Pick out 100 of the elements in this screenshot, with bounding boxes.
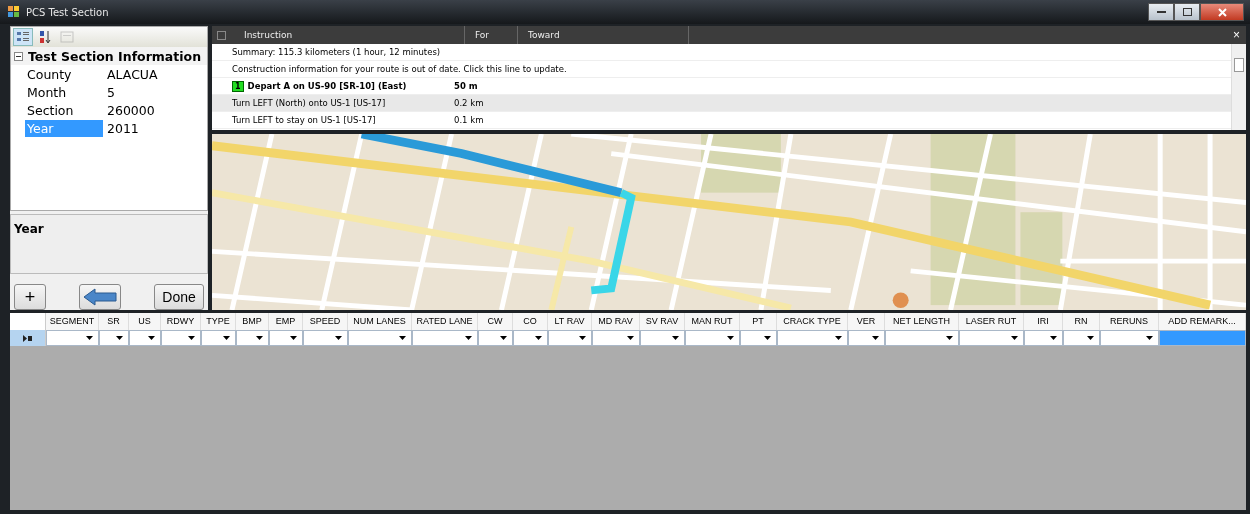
- dropdown-arrow-icon: [223, 336, 230, 340]
- back-button[interactable]: [79, 284, 121, 310]
- add-button[interactable]: +: [14, 284, 46, 310]
- category-label: Test Section Information: [27, 48, 202, 64]
- dropdown-arrow-icon: [835, 336, 842, 340]
- instruction-text: Turn LEFT to stay on US-1 [US-17]: [232, 115, 376, 125]
- distance-text: 0.1 km: [454, 115, 484, 125]
- column-header[interactable]: Toward: [518, 26, 689, 44]
- close-button[interactable]: [1200, 3, 1244, 21]
- column-header[interactable]: CO: [513, 313, 548, 330]
- combo-box-cell[interactable]: [236, 330, 269, 346]
- combo-box-cell[interactable]: [1100, 330, 1159, 346]
- dropdown-arrow-icon: [86, 336, 93, 340]
- column-header[interactable]: SPEED: [303, 313, 348, 330]
- left-arrow-icon: [83, 288, 117, 306]
- combo-box-cell[interactable]: [959, 330, 1024, 346]
- dropdown-arrow-icon: [1146, 336, 1153, 340]
- combo-box-cell[interactable]: [348, 330, 412, 346]
- column-header[interactable]: CRACK TYPE: [777, 313, 848, 330]
- combo-box-cell[interactable]: [478, 330, 513, 346]
- combo-box-cell[interactable]: [592, 330, 640, 346]
- dropdown-arrow-icon: [256, 336, 263, 340]
- property-name[interactable]: County: [25, 65, 103, 83]
- property-value[interactable]: ALACUA: [103, 66, 158, 82]
- combo-box-cell[interactable]: [740, 330, 777, 346]
- combo-box-cell[interactable]: [412, 330, 478, 346]
- combo-box-cell[interactable]: [513, 330, 548, 346]
- property-name[interactable]: Month: [25, 83, 103, 101]
- column-header[interactable]: MAN RUT: [685, 313, 740, 330]
- column-header[interactable]: ADD REMARK...: [1159, 313, 1246, 330]
- column-header[interactable]: SR: [99, 313, 129, 330]
- combo-box-cell[interactable]: [46, 330, 99, 346]
- dropdown-arrow-icon: [672, 336, 679, 340]
- column-header[interactable]: RERUNS: [1100, 313, 1159, 330]
- dropdown-arrow-icon: [500, 336, 507, 340]
- column-header[interactable]: MD RAV: [592, 313, 640, 330]
- column-header[interactable]: SEGMENT: [46, 313, 99, 330]
- combo-box-cell[interactable]: [269, 330, 303, 346]
- direction-row[interactable]: Summary: 115.3 kilometers (1 hour, 12 minutes): [212, 44, 1231, 61]
- property-name[interactable]: Section: [25, 101, 103, 119]
- column-header[interactable]: RN: [1063, 313, 1100, 330]
- property-value[interactable]: 5: [103, 84, 115, 100]
- column-header[interactable]: PT: [740, 313, 777, 330]
- done-button[interactable]: Done: [154, 284, 204, 310]
- combo-box-cell[interactable]: [129, 330, 161, 346]
- dropdown-arrow-icon: [335, 336, 342, 340]
- column-header[interactable]: Instruction: [234, 26, 465, 44]
- update-link[interactable]: Construction information for your route is out of date. Click this line to update.: [232, 64, 567, 74]
- combo-box-cell[interactable]: [201, 330, 236, 346]
- column-header[interactable]: CW: [478, 313, 513, 330]
- combo-box-cell[interactable]: [1024, 330, 1063, 346]
- column-header[interactable]: LT RAV: [548, 313, 592, 330]
- combo-box-cell[interactable]: [848, 330, 885, 346]
- direction-row[interactable]: Turn LEFT (North) onto US-1 [US-17] 0.2 km: [212, 95, 1231, 112]
- column-header[interactable]: TYPE: [201, 313, 236, 330]
- column-header[interactable]: IRI: [1024, 313, 1063, 330]
- scrollbar[interactable]: [1231, 44, 1246, 130]
- combo-box-cell[interactable]: [885, 330, 959, 346]
- dropdown-arrow-icon: [399, 336, 406, 340]
- current-row-icon: [22, 334, 33, 342]
- column-header[interactable]: NUM LANES: [348, 313, 412, 330]
- window-title: PCS Test Section: [26, 6, 109, 18]
- combo-box-cell[interactable]: [161, 330, 201, 346]
- column-header[interactable]: RDWY: [161, 313, 201, 330]
- column-header[interactable]: NET LENGTH: [885, 313, 959, 330]
- maximize-icon: [1182, 8, 1192, 16]
- maximize-button[interactable]: [1174, 3, 1200, 21]
- column-header[interactable]: SV RAV: [640, 313, 685, 330]
- property-value[interactable]: 260000: [103, 102, 155, 118]
- row-header[interactable]: [10, 330, 46, 346]
- description-title: Year: [14, 222, 44, 236]
- button-cell[interactable]: [1159, 330, 1246, 346]
- column-header[interactable]: VER: [848, 313, 885, 330]
- combo-box-cell[interactable]: [548, 330, 592, 346]
- instruction-text: Turn LEFT (North) onto US-1 [US-17]: [232, 98, 386, 108]
- column-header[interactable]: BMP: [236, 313, 269, 330]
- column-header[interactable]: EMP: [269, 313, 303, 330]
- dropdown-arrow-icon: [535, 336, 542, 340]
- dropdown-arrow-icon: [1011, 336, 1018, 340]
- column-header[interactable]: RATED LANE: [412, 313, 478, 330]
- combo-box-cell[interactable]: [1063, 330, 1100, 346]
- combo-box-cell[interactable]: [685, 330, 740, 346]
- instruction-text: Depart A on US-90 [SR-10] (East): [247, 81, 407, 91]
- dropdown-arrow-icon: [148, 336, 155, 340]
- summary-text: Summary: 115.3 kilometers (1 hour, 12 minutes): [232, 47, 441, 57]
- column-header[interactable]: US: [129, 313, 161, 330]
- column-header[interactable]: For: [465, 26, 518, 44]
- dropdown-arrow-icon: [579, 336, 586, 340]
- collapse-toggle[interactable]: [11, 51, 25, 61]
- combo-box-cell[interactable]: [640, 330, 685, 346]
- column-header[interactable]: LASER RUT: [959, 313, 1024, 330]
- direction-row[interactable]: Turn LEFT to stay on US-1 [US-17] 0.1 km: [212, 112, 1231, 129]
- close-button[interactable]: ×: [1227, 28, 1246, 42]
- property-value[interactable]: 2011: [103, 120, 139, 136]
- combo-box-cell[interactable]: [303, 330, 348, 346]
- direction-row[interactable]: Construction information for your route is out of date. Click this line to update.: [212, 61, 1231, 78]
- combo-box-cell[interactable]: [99, 330, 129, 346]
- minimize-button[interactable]: [1148, 3, 1174, 21]
- combo-box-cell[interactable]: [777, 330, 848, 346]
- categorized-button[interactable]: [13, 28, 33, 46]
